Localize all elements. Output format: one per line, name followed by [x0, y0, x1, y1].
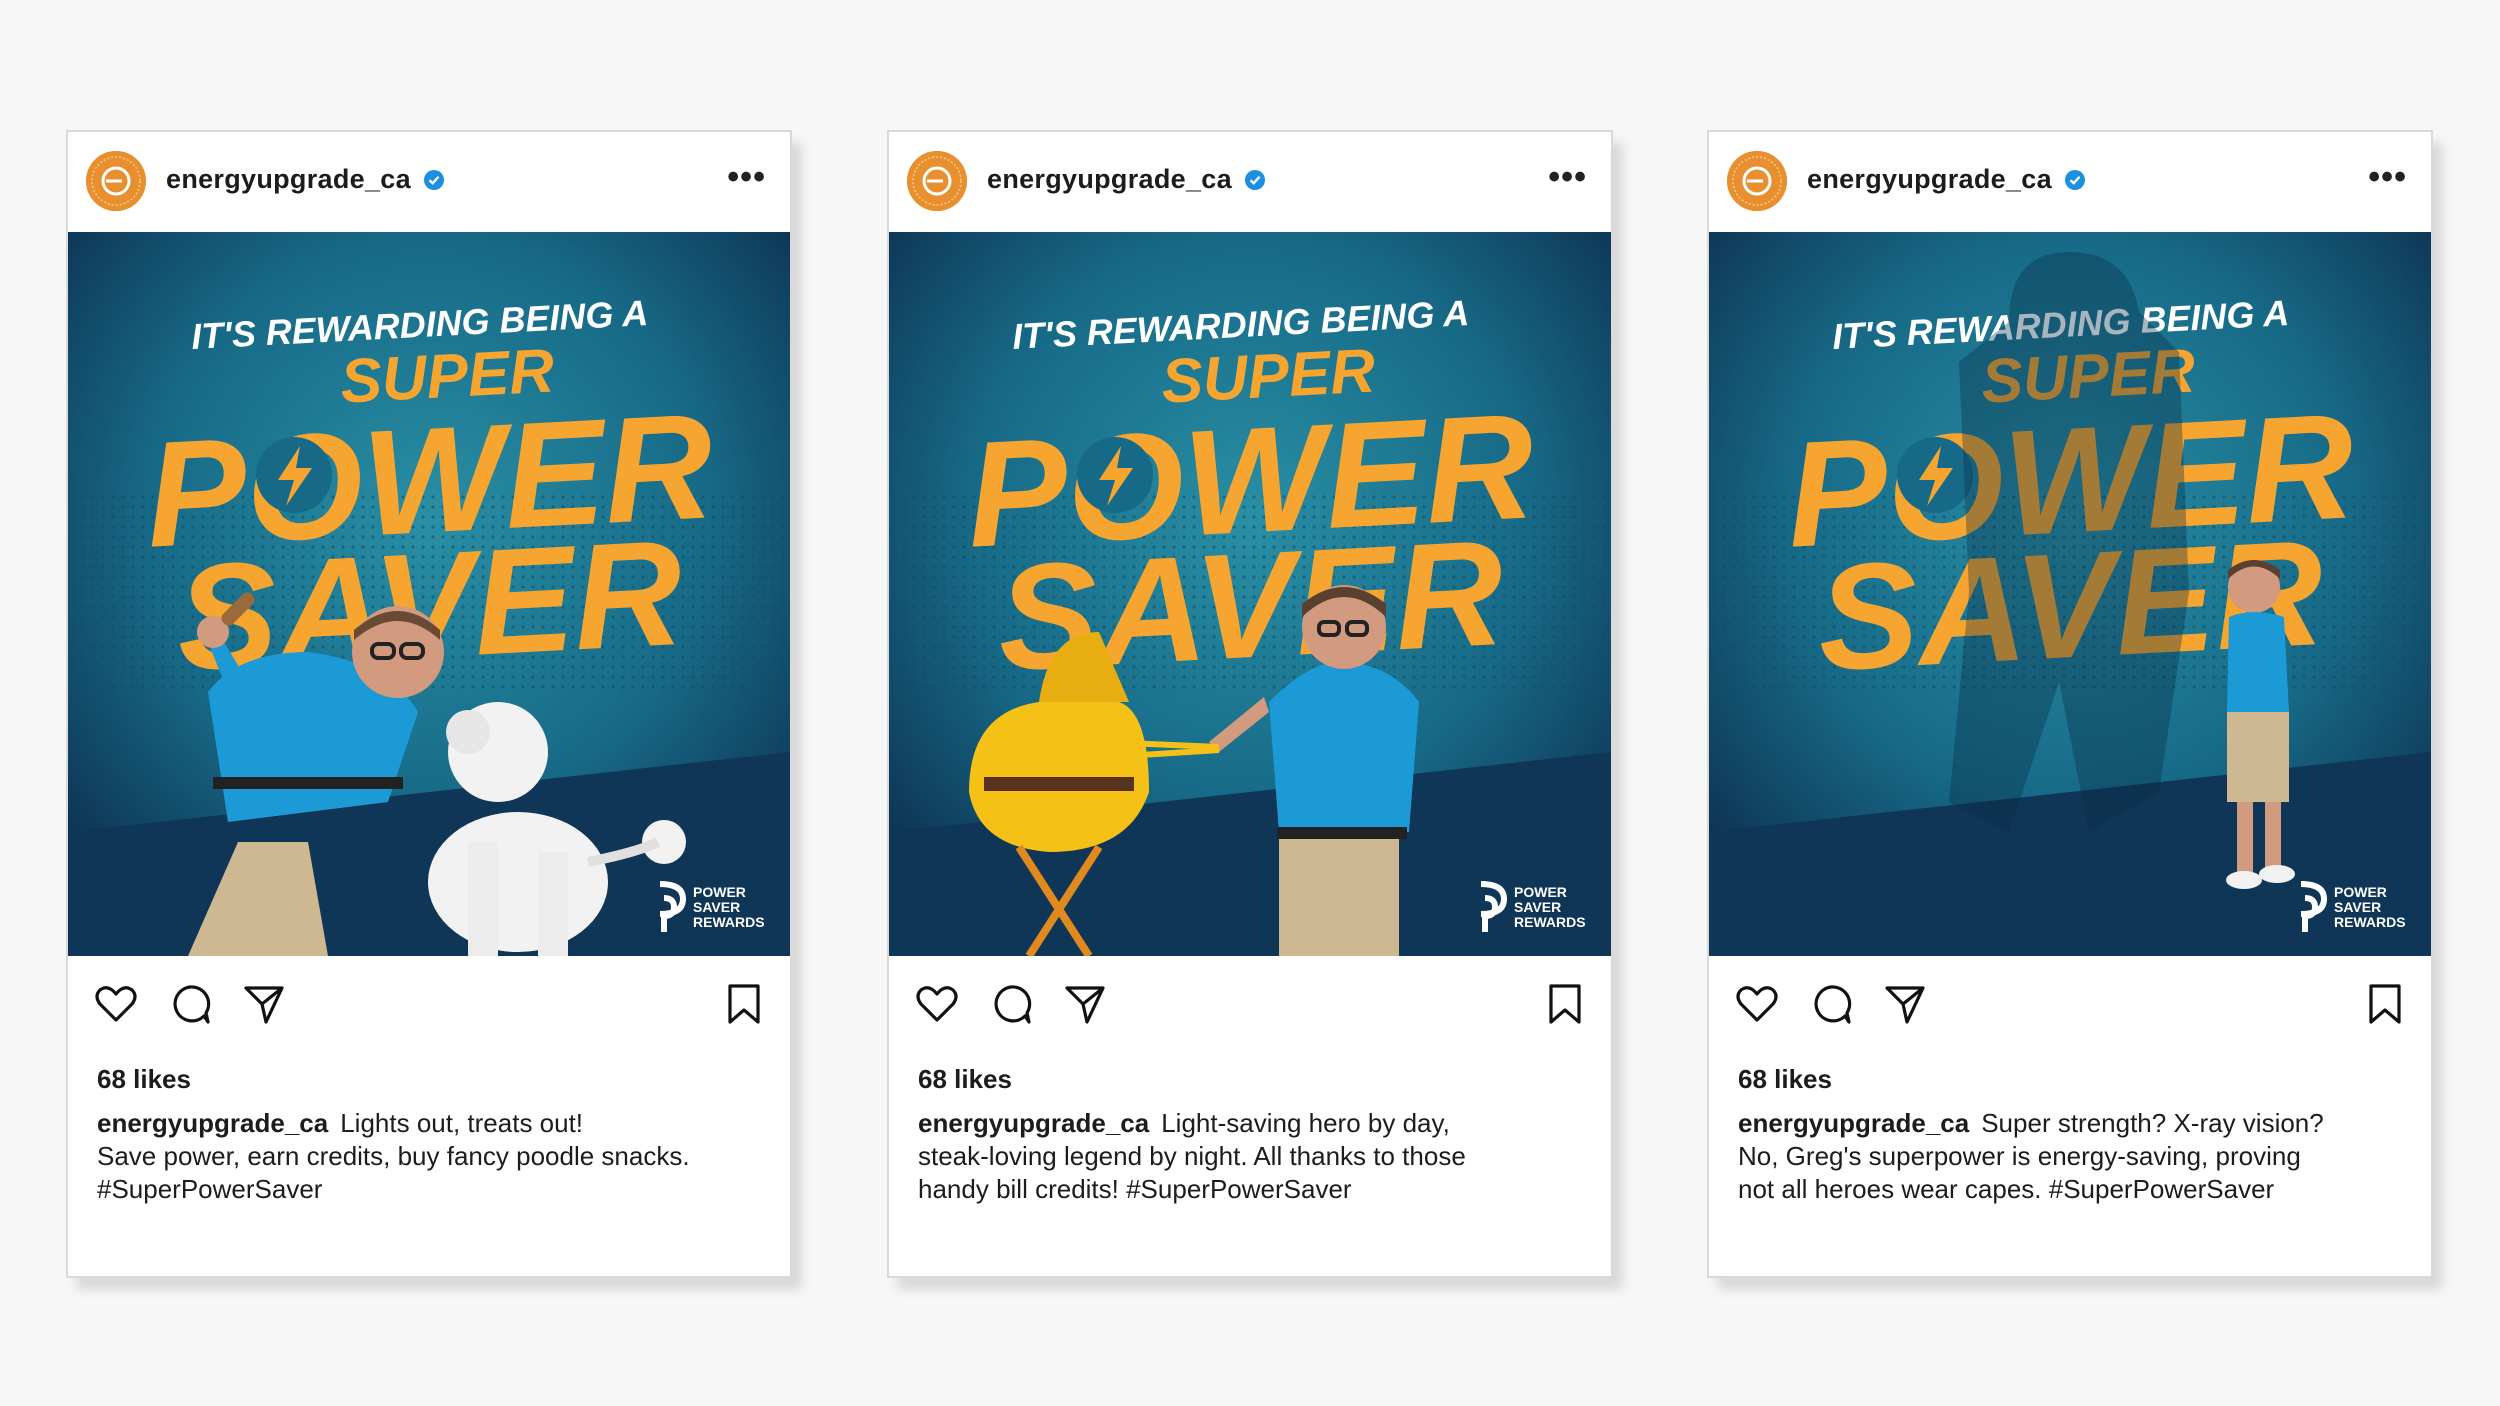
caption-username[interactable]: energyupgrade_ca: [1738, 1108, 1969, 1138]
caption-line-3: handy bill credits! #SuperPowerSaver: [918, 1174, 1352, 1204]
post-username[interactable]: energyupgrade_ca: [166, 164, 411, 195]
save-button[interactable]: [722, 982, 766, 1026]
caption-username[interactable]: energyupgrade_ca: [97, 1108, 328, 1138]
post-caption: energyupgrade_ca Light-saving hero by day…: [918, 1107, 1598, 1206]
verified-badge-icon: [424, 170, 444, 190]
caption-username[interactable]: energyupgrade_ca: [918, 1108, 1149, 1138]
post-header: energyupgrade_ca •••: [1709, 132, 2431, 232]
energy-upgrade-logo-icon: [907, 151, 967, 211]
verified-badge-icon: [2065, 170, 2085, 190]
share-icon: [244, 986, 284, 1024]
caption-line-1: Light-saving hero by day,: [1161, 1108, 1450, 1138]
lightning-bolt-icon: [1897, 437, 1973, 513]
heart-icon: [95, 986, 137, 1022]
like-button[interactable]: [915, 982, 959, 1026]
share-icon: [1065, 986, 1105, 1024]
comment-button[interactable]: [168, 982, 212, 1026]
svg-text:POWER: POWER: [2334, 884, 2387, 900]
avatar[interactable]: [86, 151, 146, 211]
bookmark-icon: [728, 984, 760, 1024]
svg-text:REWARDS: REWARDS: [693, 914, 765, 930]
svg-text:SAVER: SAVER: [1514, 899, 1561, 915]
bookmark-icon: [1549, 984, 1581, 1024]
share-icon: [1885, 986, 1925, 1024]
post-image[interactable]: IT'S REWARDING BEING A SUPER POWER SAVER: [68, 232, 790, 956]
post-header: energyupgrade_ca •••: [68, 132, 790, 232]
verified-badge-icon: [1245, 170, 1265, 190]
save-button[interactable]: [2363, 982, 2407, 1026]
heart-icon: [1736, 986, 1778, 1022]
post-actions: [1709, 982, 2431, 1042]
share-button[interactable]: [242, 982, 286, 1026]
comment-button[interactable]: [1809, 982, 1853, 1026]
post-username[interactable]: energyupgrade_ca: [987, 164, 1232, 195]
like-count[interactable]: 68 likes: [97, 1064, 191, 1095]
svg-text:POWER: POWER: [1514, 884, 1567, 900]
caption-line-3: #SuperPowerSaver: [97, 1174, 323, 1204]
instagram-post-3: energyupgrade_ca ••• IT'S REWARDING BEI: [1707, 130, 2433, 1278]
caption-line-2: Save power, earn credits, buy fancy pood…: [97, 1141, 690, 1171]
like-count[interactable]: 68 likes: [1738, 1064, 1832, 1095]
caption-line-3: not all heroes wear capes. #SuperPowerSa…: [1738, 1174, 2275, 1204]
instagram-post-1: energyupgrade_ca ••• IT'S REWARDING BEIN…: [66, 130, 792, 1278]
share-button[interactable]: [1883, 982, 1927, 1026]
caption-line-2: steak-loving legend by night. All thanks…: [918, 1141, 1466, 1171]
more-options-icon[interactable]: •••: [727, 160, 766, 194]
comment-icon: [173, 985, 211, 1024]
instagram-post-2: energyupgrade_ca ••• IT'S REWARDING BEIN…: [887, 130, 1613, 1278]
comment-icon: [994, 985, 1032, 1024]
comment-icon: [1814, 985, 1852, 1024]
post-actions: [68, 982, 790, 1042]
like-count[interactable]: 68 likes: [918, 1064, 1012, 1095]
post-caption: energyupgrade_ca Super strength? X-ray vi…: [1738, 1107, 2418, 1206]
avatar[interactable]: [1727, 151, 1787, 211]
caption-line-2: No, Greg's superpower is energy-saving, …: [1738, 1141, 2301, 1171]
post-header: energyupgrade_ca •••: [889, 132, 1611, 232]
post-image[interactable]: IT'S REWARDING BEING A SUPER POWER SAVER: [1709, 232, 2431, 956]
like-button[interactable]: [94, 982, 138, 1026]
post-actions: [889, 982, 1611, 1042]
lightning-bolt-icon: [1077, 437, 1153, 513]
svg-text:REWARDS: REWARDS: [2334, 914, 2406, 930]
avatar[interactable]: [907, 151, 967, 211]
post-username[interactable]: energyupgrade_ca: [1807, 164, 2052, 195]
svg-text:SAVER: SAVER: [693, 899, 740, 915]
heart-icon: [916, 986, 958, 1022]
lightning-bolt-icon: [256, 437, 332, 513]
svg-text:SAVER: SAVER: [2334, 899, 2381, 915]
svg-text:POWER: POWER: [693, 884, 746, 900]
more-options-icon[interactable]: •••: [2368, 160, 2407, 194]
energy-upgrade-logo-icon: [86, 151, 146, 211]
energy-upgrade-logo-icon: [1727, 151, 1787, 211]
caption-line-1: Lights out, treats out!: [340, 1108, 584, 1138]
caption-line-1: Super strength? X-ray vision?: [1981, 1108, 2324, 1138]
like-button[interactable]: [1735, 982, 1779, 1026]
share-button[interactable]: [1063, 982, 1107, 1026]
save-button[interactable]: [1543, 982, 1587, 1026]
more-options-icon[interactable]: •••: [1548, 160, 1587, 194]
bookmark-icon: [2369, 984, 2401, 1024]
post-caption: energyupgrade_ca Lights out, treats out! …: [97, 1107, 777, 1206]
post-image[interactable]: IT'S REWARDING BEING A SUPER POWER SAVER: [889, 232, 1611, 956]
comment-button[interactable]: [989, 982, 1033, 1026]
svg-text:REWARDS: REWARDS: [1514, 914, 1586, 930]
